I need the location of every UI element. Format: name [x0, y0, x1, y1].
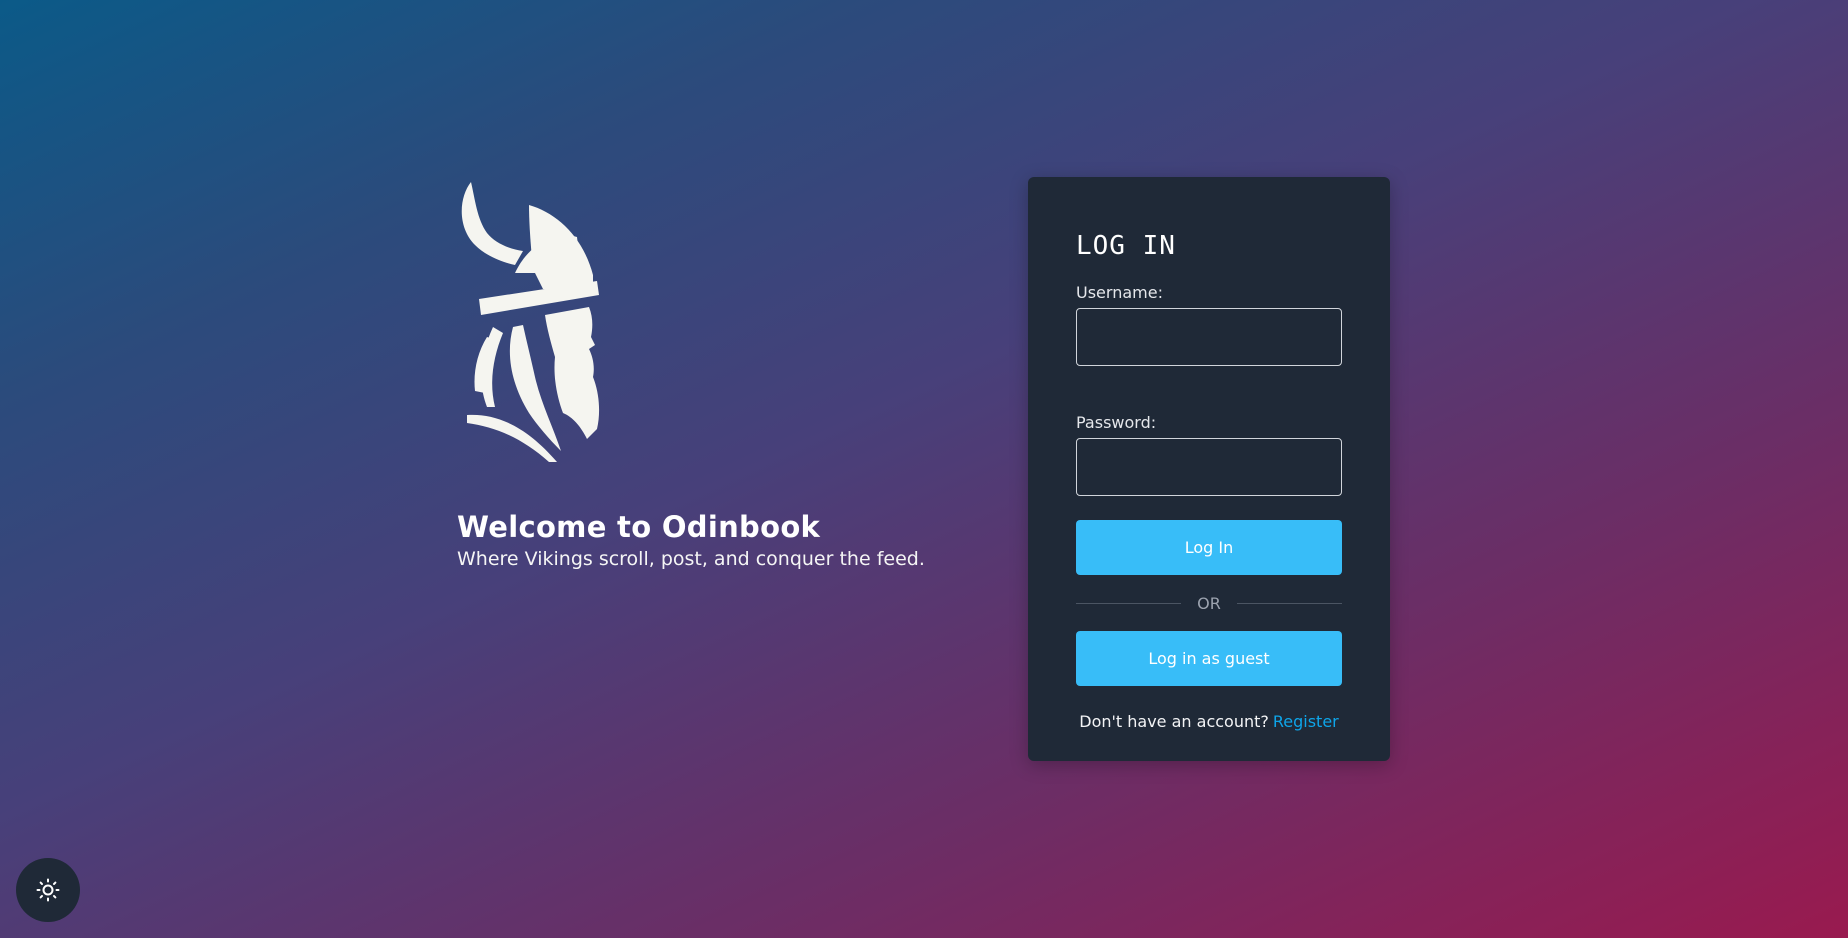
divider-line-right — [1236, 602, 1342, 604]
sun-icon — [36, 878, 60, 902]
viking-head-logo — [461, 182, 600, 462]
login-card: LOG IN Username: Password: Log In OR Log… — [1028, 177, 1390, 761]
or-text: OR — [1197, 593, 1221, 613]
or-divider: OR — [1076, 593, 1342, 613]
register-row: Don't have an account? Register — [1076, 712, 1342, 731]
hero-section: Welcome to Odinbook Where Vikings scroll… — [457, 177, 977, 572]
login-title: LOG IN — [1076, 231, 1176, 261]
password-field-group: Password: — [1076, 413, 1342, 496]
no-account-text: Don't have an account? — [1079, 712, 1269, 731]
hero-title: Welcome to Odinbook — [457, 510, 821, 544]
theme-toggle-button[interactable] — [16, 858, 80, 922]
username-field-group: Username: — [1076, 283, 1342, 366]
username-input[interactable] — [1076, 308, 1342, 366]
divider-line-left — [1076, 602, 1182, 604]
username-label: Username: — [1076, 283, 1163, 302]
password-input[interactable] — [1076, 438, 1342, 496]
guest-login-button[interactable]: Log in as guest — [1076, 631, 1342, 686]
hero-subtitle: Where Vikings scroll, post, and conquer … — [457, 548, 925, 570]
login-button[interactable]: Log In — [1076, 520, 1342, 575]
password-label: Password: — [1076, 413, 1157, 432]
register-link[interactable]: Register — [1273, 712, 1339, 731]
